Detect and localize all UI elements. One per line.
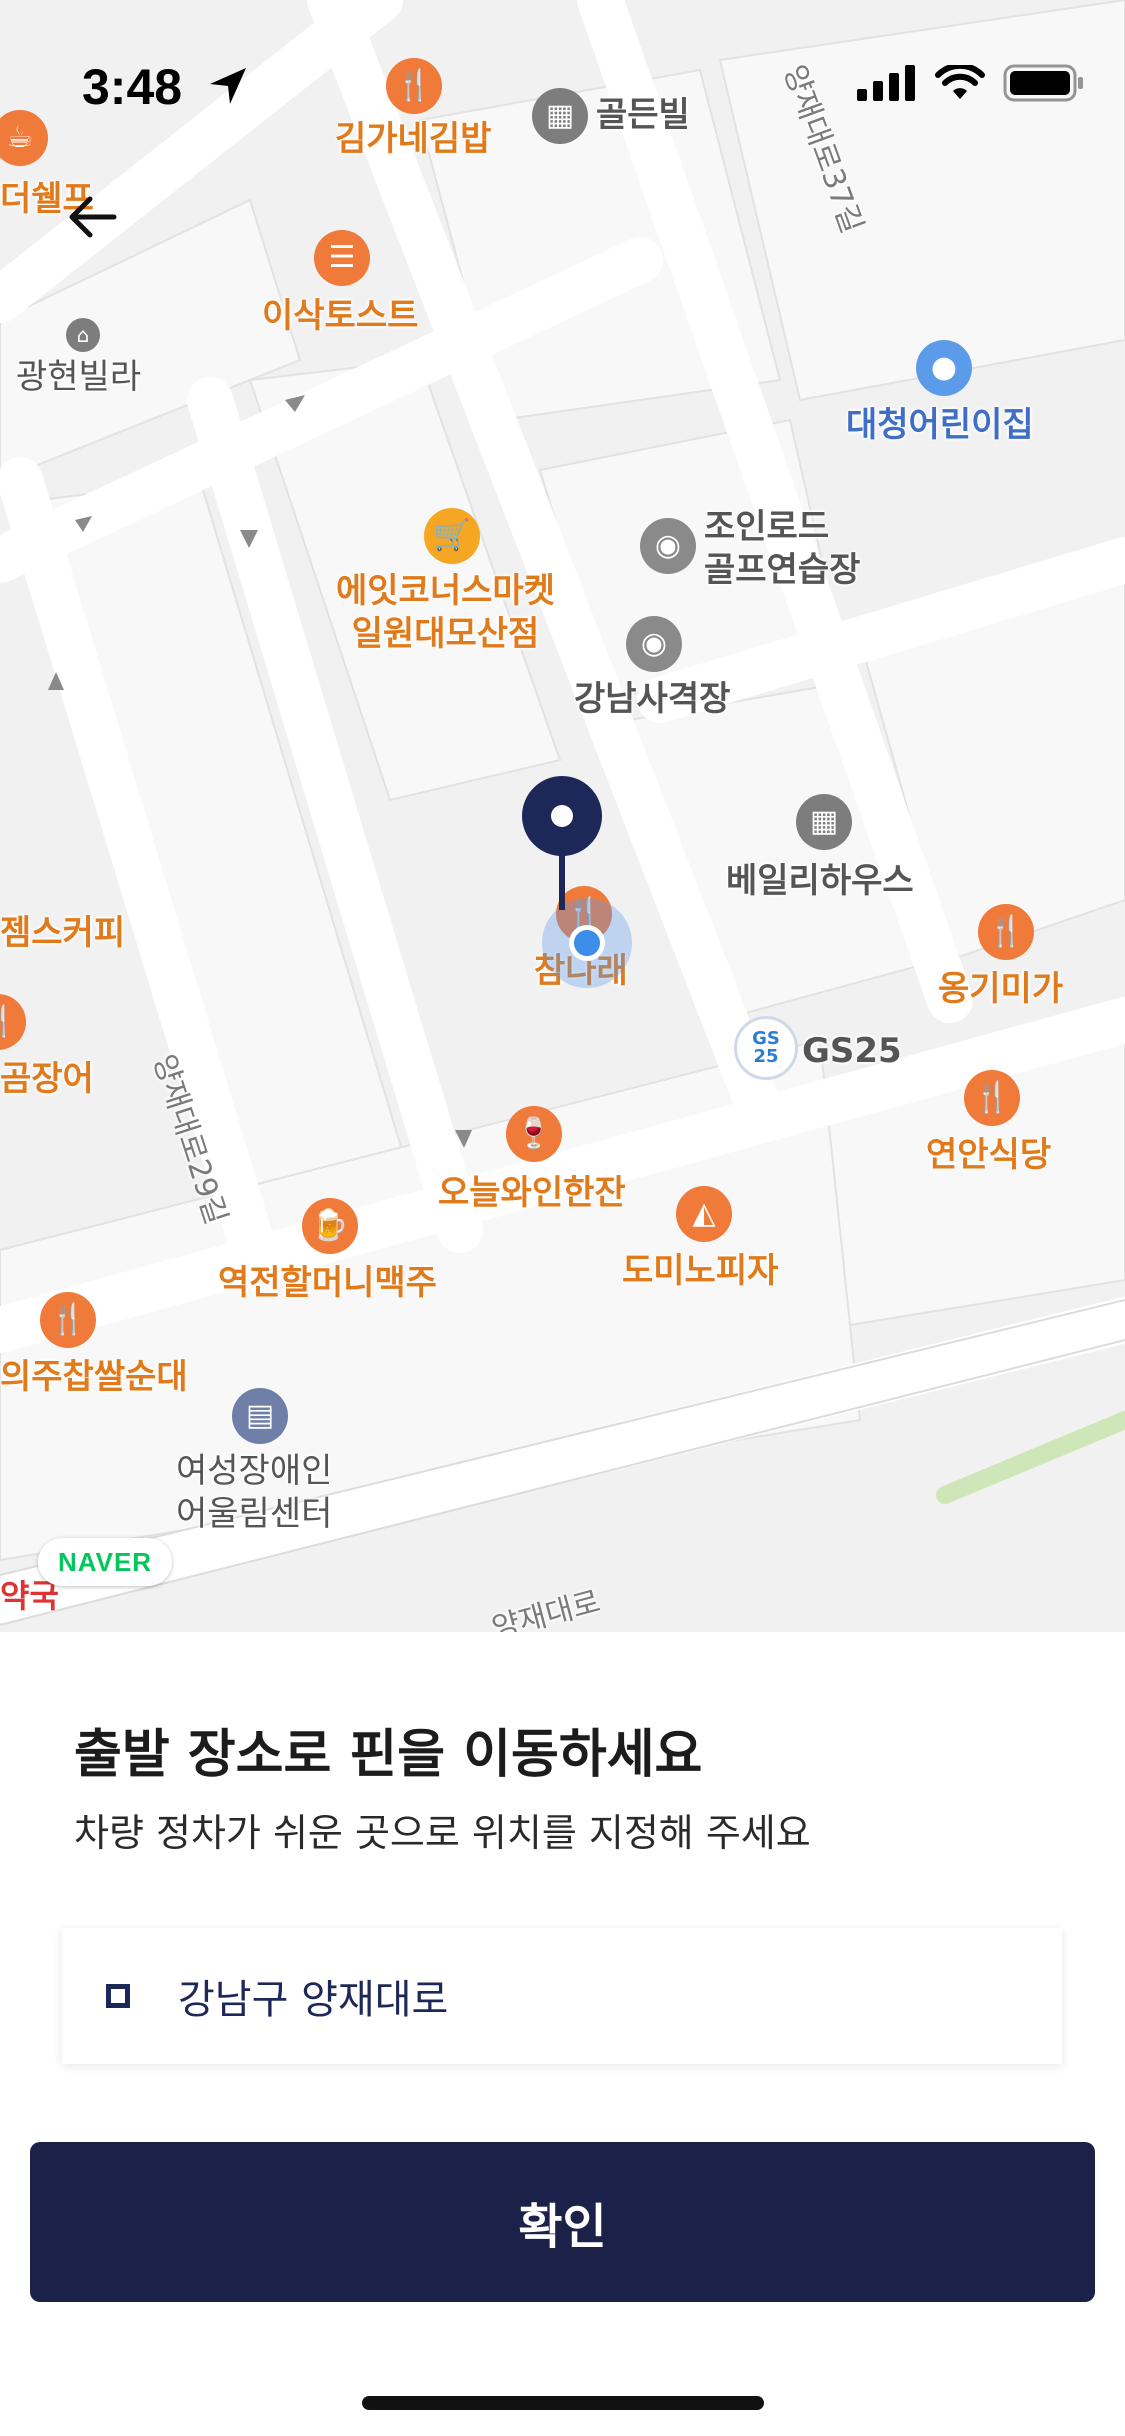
- sheet-subtitle: 차량 정차가 쉬운 곳으로 위치를 지정해 주세요: [74, 1811, 811, 1855]
- house-icon[interactable]: ⌂: [66, 318, 100, 352]
- beer-icon[interactable]: 🍺: [302, 1198, 358, 1254]
- restaurant-icon[interactable]: 🍴: [40, 1292, 96, 1348]
- location-pin-icon[interactable]: [522, 776, 602, 856]
- restaurant-icon[interactable]: ☰: [314, 230, 370, 286]
- poi-label: 이삭토스트: [262, 296, 419, 336]
- poi-label: 옹기미가: [938, 969, 1064, 1009]
- poi-label: 젬스커피: [0, 913, 126, 953]
- poi-label: 연안식당: [926, 1135, 1052, 1175]
- back-arrow-icon: [69, 196, 117, 238]
- poi-label: 도미노피자: [622, 1251, 779, 1291]
- signal-icon: [857, 65, 915, 101]
- public-facility-icon[interactable]: ▤: [232, 1388, 288, 1444]
- daycare-icon[interactable]: ●: [916, 340, 972, 396]
- pizza-icon[interactable]: ◭: [676, 1186, 732, 1242]
- location-arrow-icon: [210, 68, 246, 104]
- poi-label: 강남사격장: [574, 679, 731, 719]
- restaurant-icon[interactable]: 🍴: [978, 904, 1034, 960]
- status-time: 3:48: [82, 59, 183, 115]
- home-indicator[interactable]: [362, 2396, 764, 2410]
- confirm-button[interactable]: 확인: [30, 2142, 1095, 2302]
- poi-label: 베일리하우스: [726, 861, 914, 901]
- poi-label: 의주찹쌀순대: [0, 1357, 188, 1397]
- restaurant-icon[interactable]: 🍴: [964, 1070, 1020, 1126]
- poi-label: 대청어린이집: [846, 405, 1034, 445]
- poi-label: GS25: [802, 1031, 902, 1071]
- address-text: 강남구 양재대로: [178, 1977, 449, 2023]
- poi-label: 여성장애인 어울림센터: [176, 1451, 333, 1534]
- current-location-icon: [569, 925, 605, 961]
- square-marker-icon: [106, 1984, 130, 2008]
- poi-label: 에잇코너스마켓 일원대모산점: [336, 571, 555, 654]
- poi-label: 김가네김밥: [335, 119, 492, 159]
- poi-label: 조인로드 골프연습장: [704, 507, 861, 590]
- poi-label: 광현빌라: [16, 357, 142, 397]
- poi-label: 곰장어: [0, 1059, 94, 1099]
- pin-stem: [559, 850, 565, 910]
- poi-label: 골든빌: [596, 95, 690, 135]
- poi-label: 오늘와인한잔: [438, 1173, 626, 1213]
- sheet-title: 출발 장소로 핀을 이동하세요: [74, 1725, 703, 1785]
- poi-label: 역전할머니맥주: [218, 1263, 437, 1303]
- wifi-icon: [935, 65, 985, 99]
- map-view[interactable]: ☕ 더쉘프 🍴 김가네김밥 ▦ 골든빌 ☰ 이삭토스트 ⌂ 광현빌라 ● 대청어…: [0, 0, 1125, 1632]
- market-icon[interactable]: 🛒: [424, 508, 480, 564]
- naver-logo: NAVER: [38, 1538, 173, 1586]
- building-icon[interactable]: ▦: [796, 794, 852, 850]
- restaurant-icon[interactable]: 🍴: [386, 58, 442, 114]
- status-indicators: [857, 64, 1085, 102]
- battery-icon: [1003, 64, 1083, 102]
- back-button[interactable]: [58, 182, 128, 252]
- shooting-range-icon[interactable]: ◉: [626, 616, 682, 672]
- golf-icon[interactable]: ◉: [640, 518, 696, 574]
- wine-icon[interactable]: 🍷: [506, 1106, 562, 1162]
- building-icon[interactable]: ▦: [532, 88, 588, 144]
- gs25-icon[interactable]: GS 25: [734, 1016, 798, 1080]
- address-field[interactable]: 강남구 양재대로: [62, 1928, 1062, 2064]
- bottom-sheet: 출발 장소로 핀을 이동하세요 차량 정차가 쉬운 곳으로 위치를 지정해 주세…: [0, 1632, 1125, 2436]
